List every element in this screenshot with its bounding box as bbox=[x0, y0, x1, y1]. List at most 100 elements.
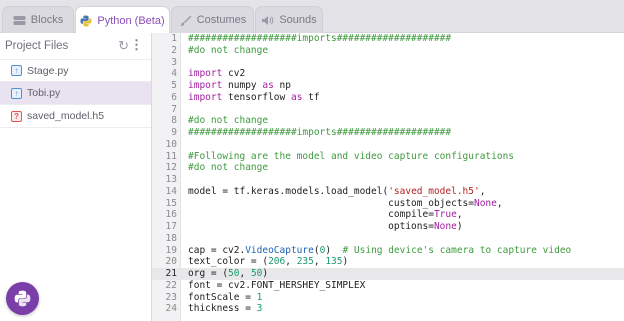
code-token: text_color = ( bbox=[188, 256, 269, 268]
line-number: 7 bbox=[171, 103, 177, 115]
code-token: VideoCapture bbox=[245, 244, 314, 256]
line-number: 17 bbox=[165, 221, 177, 232]
line-number: 21 bbox=[165, 268, 177, 279]
line-number: 3 bbox=[171, 56, 177, 68]
code-text: #do not change bbox=[188, 162, 268, 174]
tab-costumes[interactable]: Costumes bbox=[171, 6, 254, 33]
code-token: font = cv2.FONT_HERSHEY_SIMPLEX bbox=[188, 279, 366, 291]
code-line[interactable]: 22 font = cv2.FONT_HERSHEY_SIMPLEX bbox=[152, 280, 624, 292]
code-line[interactable]: 14 model = tf.keras.models.load_model('sa… bbox=[152, 186, 624, 198]
code-line[interactable]: 6 import tensorflow as tf bbox=[152, 92, 624, 104]
python-logo-icon bbox=[14, 290, 31, 307]
line-number: 4 bbox=[171, 68, 177, 80]
code-text: import numpy as np bbox=[188, 80, 291, 92]
line-number: 5 bbox=[171, 80, 177, 91]
code-token: , bbox=[496, 197, 503, 209]
code-text: ###################imports##############… bbox=[188, 33, 451, 45]
code-line[interactable]: 8 #do not change bbox=[152, 115, 624, 127]
line-number: 16 bbox=[165, 209, 177, 221]
code-token: #do not change bbox=[188, 115, 269, 127]
code-token: 135 bbox=[325, 256, 343, 268]
code-line[interactable]: 1 ###################imports#############… bbox=[152, 33, 624, 45]
code-token: import bbox=[188, 91, 223, 103]
line-number: 1 bbox=[171, 33, 177, 44]
code-token: ###################imports##############… bbox=[188, 127, 452, 138]
code-line[interactable]: 5 import numpy as np bbox=[152, 80, 624, 92]
line-number: 13 bbox=[165, 174, 177, 185]
code-token: fontScale = bbox=[188, 291, 257, 303]
code-line[interactable]: 10 bbox=[152, 139, 624, 151]
code-text: import cv2 bbox=[188, 68, 245, 80]
unknown-file-icon: ? bbox=[11, 110, 22, 122]
code-token: ) bbox=[456, 221, 463, 232]
code-line[interactable]: 4 import cv2 bbox=[152, 68, 624, 80]
code-token: None bbox=[473, 197, 497, 209]
code-line[interactable]: 23 fontScale = 1 bbox=[152, 292, 624, 304]
file-name: Tobi.py bbox=[27, 87, 61, 99]
line-number: 15 bbox=[165, 197, 177, 209]
line-number: 8 bbox=[171, 115, 177, 127]
code-token: model = tf.keras.models.load_model( bbox=[188, 185, 389, 197]
code-line[interactable]: 11 #Following are the model and video cap… bbox=[152, 151, 624, 163]
code-line[interactable]: 16 compile=True, bbox=[152, 209, 624, 221]
code-line[interactable]: 13 bbox=[152, 174, 624, 186]
code-token: ###################imports##############… bbox=[188, 33, 452, 44]
refresh-icon[interactable]: ↻ bbox=[118, 39, 129, 53]
line-number: 11 bbox=[165, 150, 177, 162]
line-number: 23 bbox=[165, 291, 177, 303]
code-line[interactable]: 2 #do not change bbox=[152, 45, 624, 57]
code-token: 'saved_model.h5' bbox=[388, 185, 480, 197]
code-line[interactable]: 19 cap = cv2.VideoCapture(0) # Using devi… bbox=[152, 245, 624, 257]
code-line[interactable]: 7 bbox=[152, 104, 624, 116]
code-text: fontScale = 1 bbox=[188, 292, 262, 304]
code-line[interactable]: 17 options=None) bbox=[152, 221, 624, 233]
code-text: compile=True, bbox=[188, 209, 463, 221]
file-name: Stage.py bbox=[27, 64, 69, 77]
code-token: , bbox=[479, 185, 486, 197]
code-token: , bbox=[456, 209, 463, 221]
code-token: None bbox=[433, 221, 457, 232]
project-files-title: Project Files bbox=[5, 40, 69, 52]
code-token: , bbox=[239, 268, 251, 279]
code-token: compile= bbox=[188, 209, 434, 221]
code-line[interactable]: 9 ###################imports#############… bbox=[152, 127, 624, 139]
code-line[interactable]: 20 text_color = (206, 235, 135) bbox=[152, 256, 624, 268]
code-text: font = cv2.FONT_HERSHEY_SIMPLEX bbox=[188, 280, 365, 292]
line-number: 14 bbox=[165, 185, 177, 197]
code-token: 1 bbox=[256, 291, 263, 303]
code-token: options= bbox=[188, 221, 434, 232]
line-number: 19 bbox=[165, 244, 177, 256]
code-editor[interactable]: 1 ###################imports#############… bbox=[152, 33, 624, 321]
code-token: custom_objects= bbox=[188, 197, 474, 209]
more-options-icon[interactable]: ⋮ bbox=[130, 38, 143, 52]
code-text: options=None) bbox=[188, 221, 463, 233]
line-number: 20 bbox=[165, 256, 177, 268]
code-token: numpy bbox=[222, 80, 263, 91]
code-line[interactable]: 24 thickness = 3 bbox=[152, 303, 624, 315]
tab-python[interactable]: Python (Beta) bbox=[75, 6, 170, 34]
code-token: , bbox=[313, 256, 326, 268]
tab-sounds[interactable]: Sounds bbox=[255, 6, 323, 33]
code-token: ) bbox=[262, 268, 269, 279]
file-item-tobi[interactable]: ↑ Tobi.py bbox=[0, 82, 151, 105]
line-number: 22 bbox=[165, 279, 177, 291]
code-line[interactable]: 12 #do not change bbox=[152, 162, 624, 174]
code-token: cv2 bbox=[222, 68, 246, 80]
code-token: cap = cv2. bbox=[188, 244, 246, 256]
tab-sounds-label: Sounds bbox=[279, 14, 317, 26]
file-item-stage[interactable]: ↑ Stage.py bbox=[0, 59, 151, 82]
code-line[interactable]: 15 custom_objects=None, bbox=[152, 198, 624, 210]
tab-blocks[interactable]: Blocks bbox=[2, 6, 74, 33]
code-token: tensorflow bbox=[222, 91, 291, 103]
code-line[interactable]: 18 bbox=[152, 233, 624, 245]
python-assistant-button[interactable] bbox=[6, 282, 39, 315]
code-line[interactable]: 21 org = (50, 50) bbox=[152, 268, 624, 280]
code-text: import tensorflow as tf bbox=[188, 92, 320, 104]
code-text: org = (50, 50) bbox=[188, 268, 268, 280]
file-item-saved-model[interactable]: ? saved_model.h5 bbox=[0, 105, 151, 128]
code-token: , bbox=[285, 256, 297, 268]
code-token: tf bbox=[302, 91, 320, 103]
code-token: #Following are the model and video captu… bbox=[188, 150, 515, 162]
code-line[interactable]: 3 bbox=[152, 57, 624, 69]
code-token: #do not change bbox=[188, 162, 269, 174]
